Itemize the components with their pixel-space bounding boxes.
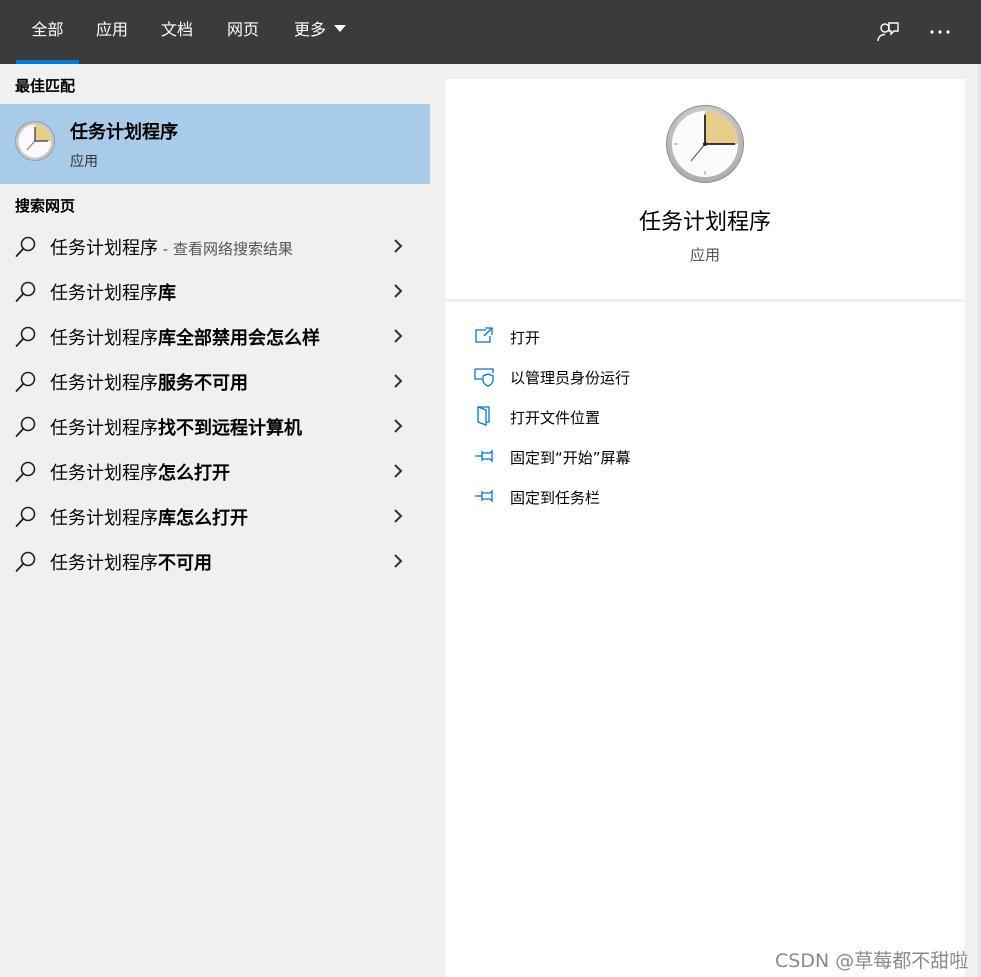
search-icon: [15, 506, 36, 527]
tab-documents[interactable]: 文档: [154, 0, 200, 64]
top-bar: 全部 应用 文档 网页 更多: [0, 0, 981, 64]
more-options-icon[interactable]: [922, 14, 958, 50]
web-result-item[interactable]: 任务计划程序库怎么打开: [0, 494, 430, 539]
shield-icon: [474, 368, 494, 387]
app-type: 应用: [689, 246, 720, 264]
tab-more-label: 更多: [293, 20, 326, 39]
web-result-item[interactable]: 任务计划程序库全部禁用会怎么样: [0, 314, 430, 359]
web-result-item[interactable]: 任务计划程序怎么打开: [0, 449, 430, 494]
caret-down-icon: [334, 25, 346, 32]
search-icon: [15, 551, 36, 572]
action-run-as-admin-label: 以管理员身份运行: [510, 369, 631, 387]
web-result-text: 任务计划程序不可用: [50, 549, 212, 575]
web-result-query: 任务计划程序: [50, 373, 158, 394]
tab-apps-label: 应用: [95, 20, 128, 39]
web-result-item[interactable]: 任务计划程序 - 查看网络搜索结果: [0, 224, 430, 269]
chevron-right-icon: [394, 374, 403, 388]
action-open-file-location[interactable]: 打开文件位置: [470, 402, 770, 432]
chevron-right-icon: [394, 509, 403, 523]
web-search-heading: 搜索网页: [15, 197, 76, 215]
action-open-file-location-label: 打开文件位置: [510, 409, 601, 427]
web-result-suggestion: 怎么打开: [158, 463, 230, 484]
web-result-query: 任务计划程序: [50, 463, 158, 484]
search-icon: [15, 371, 36, 392]
clock-icon: [15, 121, 55, 161]
tab-apps[interactable]: 应用: [89, 0, 135, 64]
chevron-right-icon: [394, 239, 403, 253]
web-result-text: 任务计划程序库: [50, 279, 176, 305]
web-result-suggestion: 找不到远程计算机: [158, 418, 302, 439]
web-result-query: 任务计划程序: [50, 418, 158, 439]
watermark: CSDN @草莓都不甜啦: [775, 950, 969, 972]
chevron-right-icon: [394, 329, 403, 343]
action-pin-to-taskbar[interactable]: 固定到任务栏: [470, 482, 770, 512]
search-icon: [15, 326, 36, 347]
action-pin-to-start[interactable]: 固定到“开始”屏幕: [470, 442, 770, 472]
web-result-suggestion: 库全部禁用会怎么样: [158, 328, 320, 349]
web-result-suggestion: 库: [158, 283, 176, 304]
search-icon: [15, 281, 36, 302]
web-result-item[interactable]: 任务计划程序库: [0, 269, 430, 314]
web-result-text: 任务计划程序 - 查看网络搜索结果: [50, 234, 293, 260]
web-result-query: 任务计划程序: [50, 553, 158, 574]
open-icon: [475, 327, 493, 343]
app-title: 任务计划程序: [638, 210, 771, 235]
action-open[interactable]: 打开: [470, 322, 770, 352]
search-icon: [15, 236, 36, 257]
action-open-label: 打开: [510, 329, 541, 347]
tab-documents-label: 文档: [160, 20, 193, 39]
action-pin-to-taskbar-label: 固定到任务栏: [510, 489, 601, 507]
action-pin-to-start-label: 固定到“开始”屏幕: [510, 449, 631, 467]
web-result-hint: - 查看网络搜索结果: [158, 240, 293, 258]
feedback-icon[interactable]: [870, 14, 906, 50]
tab-all[interactable]: 全部: [16, 0, 79, 64]
web-result-text: 任务计划程序怎么打开: [50, 459, 230, 485]
pin-icon: [475, 449, 493, 463]
tab-web[interactable]: 网页: [220, 0, 266, 64]
search-icon: [15, 416, 36, 437]
clock-icon: [666, 105, 744, 183]
chevron-right-icon: [394, 554, 403, 568]
chevron-right-icon: [394, 419, 403, 433]
web-result-item[interactable]: 任务计划程序找不到远程计算机: [0, 404, 430, 449]
web-result-item[interactable]: 任务计划程序不可用: [0, 539, 430, 584]
web-result-suggestion: 不可用: [158, 553, 212, 574]
best-match-name: 任务计划程序: [70, 122, 178, 143]
best-match-item[interactable]: 任务计划程序 应用: [0, 104, 430, 184]
web-result-query: 任务计划程序: [50, 508, 158, 529]
best-match-heading: 最佳匹配: [15, 77, 76, 95]
web-result-query: 任务计划程序: [50, 238, 158, 259]
best-match-type: 应用: [70, 154, 98, 170]
tab-more[interactable]: 更多: [285, 0, 355, 64]
results-pane: 最佳匹配 任务计划程序 应用 搜索网页 任务计划程序 - 查看网络搜索结果 任务计…: [0, 64, 430, 977]
chevron-right-icon: [394, 464, 403, 478]
web-result-suggestion: 库怎么打开: [158, 508, 248, 529]
tab-all-label: 全部: [31, 20, 64, 39]
action-run-as-admin[interactable]: 以管理员身份运行: [470, 362, 770, 392]
tab-web-label: 网页: [226, 20, 259, 39]
web-result-item[interactable]: 任务计划程序服务不可用: [0, 359, 430, 404]
web-result-text: 任务计划程序库全部禁用会怎么样: [50, 324, 320, 350]
pin-icon: [475, 489, 493, 503]
web-result-text: 任务计划程序找不到远程计算机: [50, 414, 302, 440]
web-result-text: 任务计划程序库怎么打开: [50, 504, 248, 530]
file-location-icon: [477, 406, 490, 426]
web-result-suggestion: 服务不可用: [158, 373, 248, 394]
web-result-text: 任务计划程序服务不可用: [50, 369, 248, 395]
web-result-query: 任务计划程序: [50, 283, 158, 304]
search-icon: [15, 461, 36, 482]
chevron-right-icon: [394, 284, 403, 298]
web-result-query: 任务计划程序: [50, 328, 158, 349]
